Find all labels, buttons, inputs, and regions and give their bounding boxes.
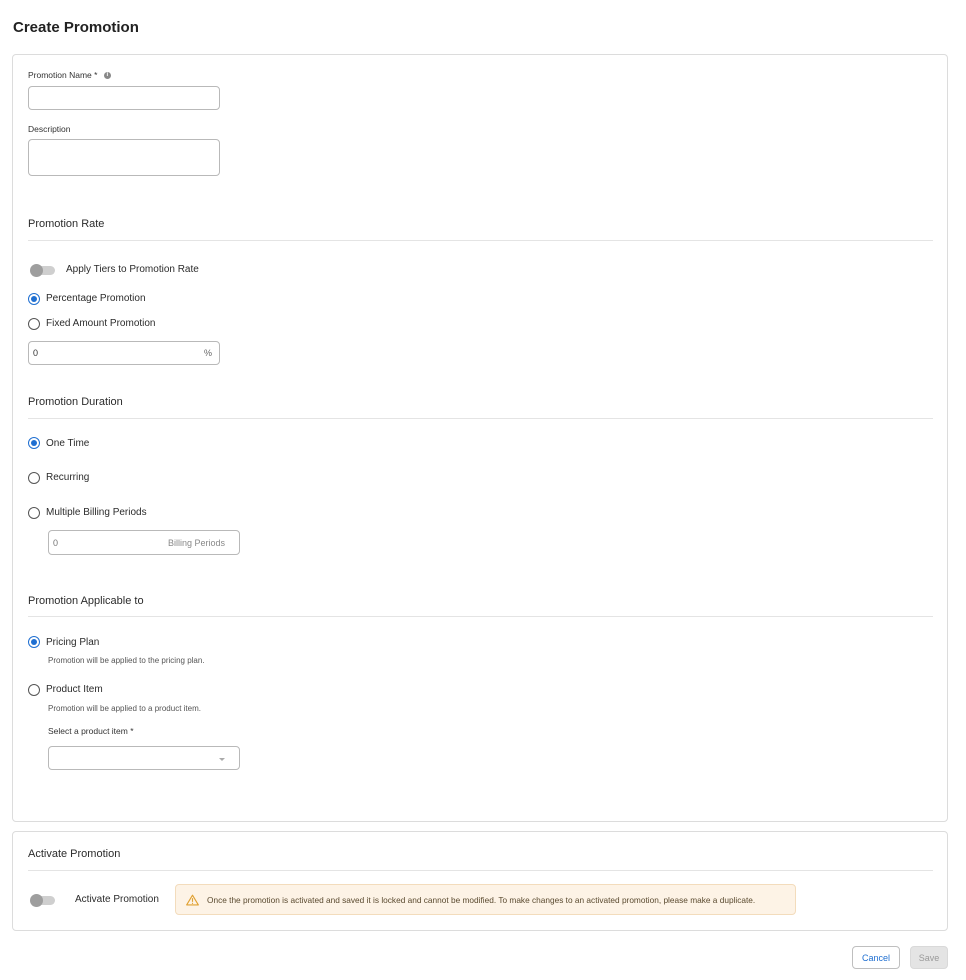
percentage-promotion-label: Percentage Promotion (46, 293, 146, 304)
description-label: Description (28, 124, 71, 134)
pricing-plan-radio[interactable] (28, 636, 40, 648)
cancel-button[interactable]: Cancel (852, 946, 900, 969)
fixed-amount-promotion-radio[interactable] (28, 318, 40, 330)
required-mark: * (94, 70, 98, 80)
chevron-down-icon (219, 758, 225, 761)
promotion-name-label: Promotion Name * i (28, 70, 111, 80)
activate-promotion-title: Activate Promotion (28, 848, 121, 860)
product-item-select[interactable] (48, 746, 240, 770)
promotion-rate-input[interactable] (29, 342, 219, 364)
one-time-label: One Time (46, 438, 90, 449)
recurring-radio[interactable] (28, 472, 40, 484)
percent-suffix: % (204, 348, 213, 358)
divider (28, 616, 933, 617)
activation-warning: Once the promotion is activated and save… (175, 884, 796, 915)
description-input[interactable] (29, 140, 219, 175)
divider (28, 418, 933, 419)
promotion-rate-title: Promotion Rate (28, 218, 105, 230)
promotion-rate-field[interactable] (28, 341, 220, 365)
warning-text: Once the promotion is activated and save… (207, 895, 756, 905)
one-time-radio[interactable] (28, 437, 40, 449)
multiple-billing-periods-radio[interactable] (28, 507, 40, 519)
product-item-hint: Promotion will be applied to a product i… (48, 704, 201, 713)
warning-triangle-icon (186, 894, 199, 906)
select-product-item-label: Select a product item * (48, 726, 134, 736)
fixed-amount-promotion-label: Fixed Amount Promotion (46, 318, 156, 329)
percentage-promotion-radio[interactable] (28, 293, 40, 305)
apply-tiers-label: Apply Tiers to Promotion Rate (66, 264, 199, 275)
page-title: Create Promotion (13, 19, 139, 36)
divider (28, 240, 933, 241)
multiple-billing-periods-label: Multiple Billing Periods (46, 507, 147, 518)
promotion-name-label-text: Promotion Name (28, 70, 92, 80)
promotion-name-input[interactable] (29, 87, 219, 109)
info-icon[interactable]: i (103, 72, 111, 79)
pricing-plan-hint: Promotion will be applied to the pricing… (48, 656, 205, 665)
save-button[interactable]: Save (910, 946, 948, 969)
toggle-knob (30, 264, 43, 277)
promotion-applicable-title: Promotion Applicable to (28, 595, 144, 607)
select-product-item-label-text: Select a product item (48, 726, 128, 736)
description-field[interactable] (28, 139, 220, 176)
product-item-radio[interactable] (28, 684, 40, 696)
toggle-knob (30, 894, 43, 907)
apply-tiers-toggle[interactable] (30, 264, 55, 277)
promotion-duration-title: Promotion Duration (28, 396, 123, 408)
pricing-plan-label: Pricing Plan (46, 637, 100, 648)
required-mark: * (130, 726, 134, 736)
activate-promotion-toggle[interactable] (30, 894, 55, 907)
activate-promotion-label: Activate Promotion (75, 894, 159, 905)
recurring-label: Recurring (46, 472, 90, 483)
divider (28, 870, 933, 871)
product-item-label: Product Item (46, 684, 103, 695)
promotion-name-field[interactable] (28, 86, 220, 110)
billing-periods-suffix: Billing Periods (168, 538, 226, 548)
activate-promotion-card (12, 831, 948, 931)
